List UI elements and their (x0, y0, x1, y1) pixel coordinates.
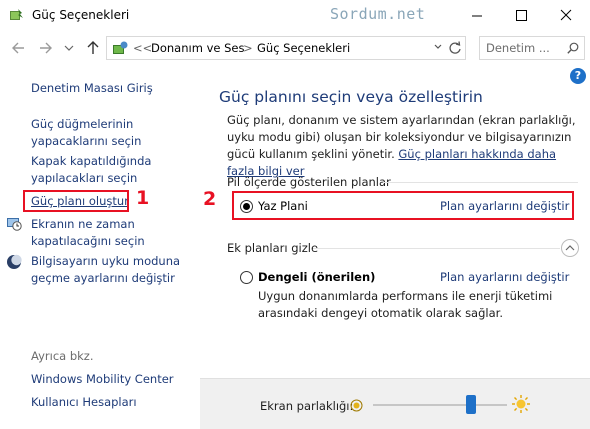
shown-plans-heading: Pil ölçerde gösterilen planlar (227, 175, 391, 189)
see-also-heading: Ayrıca bkz. (31, 349, 94, 363)
page-title: Güç planını seçin veya özelleştirin (219, 88, 483, 106)
help-icon[interactable]: ? (570, 68, 586, 84)
address-bar: << Donanım ve Ses > Güç Seçenekleri Dene… (0, 34, 590, 62)
change-plan-settings-link[interactable]: Plan ayarlarını değiştir (440, 270, 569, 284)
annotation-number-1: 1 (136, 187, 150, 209)
annotation-box-1 (23, 190, 129, 212)
brightness-label: Ekran parlaklığı: (260, 399, 354, 413)
sidebar-item-control-panel-home[interactable]: Denetim Masası Giriş (31, 80, 153, 97)
control-panel-icon (113, 41, 128, 54)
collapse-chevron-icon[interactable] (561, 239, 579, 257)
sidebar-item-power-buttons[interactable]: Güç düğmelerinin yapacaklarını seçin (31, 116, 181, 150)
dim-sun-icon (350, 399, 363, 412)
title-bar: Güç Seçenekleri Sordum.net (0, 0, 590, 31)
breadcrumb-hardware-and-sound[interactable]: Donanım ve Ses (151, 41, 244, 55)
search-icon[interactable] (567, 42, 579, 54)
search-placeholder: Denetim ... (486, 41, 550, 55)
brightness-slider-thumb[interactable] (466, 395, 476, 414)
sidebar-item-lid-close[interactable]: Kapak kapatıldığında yapılacakları seçin (31, 153, 181, 187)
brightness-slider-track[interactable] (373, 404, 507, 406)
sidebar-item-display-off[interactable]: Ekranın ne zaman kapatılacağını seçin (31, 216, 181, 250)
breadcrumb-overflow[interactable]: << (133, 41, 152, 55)
plan-name[interactable]: Dengeli (önerilen) (258, 270, 375, 284)
breadcrumb-power-options[interactable]: Güç Seçenekleri (257, 41, 350, 55)
annotation-box-2 (232, 191, 574, 220)
display-clock-icon (7, 218, 22, 231)
power-options-icon (10, 9, 23, 20)
breadcrumb-separator: > (243, 41, 253, 55)
page-description: Güç planı, donanım ve sistem ayarlarında… (227, 112, 577, 180)
sidebar-item-windows-mobility-center[interactable]: Windows Mobility Center (31, 371, 174, 388)
annotation-number-2: 2 (203, 188, 217, 210)
bright-sun-icon (512, 395, 530, 413)
section-divider (383, 182, 578, 183)
address-dropdown-icon[interactable] (433, 42, 443, 55)
address-box[interactable]: << Donanım ve Ses > Güç Seçenekleri (106, 36, 466, 60)
sidebar-item-user-accounts[interactable]: Kullanıcı Hesapları (31, 394, 137, 411)
minimize-button[interactable] (454, 0, 500, 31)
refresh-icon[interactable] (448, 41, 462, 55)
close-button[interactable] (543, 0, 589, 31)
sidebar-item-sleep-settings[interactable]: Bilgisayarın uyku moduna geçme ayarların… (31, 253, 186, 287)
hidden-plans-heading: Ek planları gizle (227, 241, 319, 255)
back-arrow-icon[interactable] (10, 38, 28, 58)
recent-locations-chevron-icon[interactable] (60, 38, 78, 58)
maximize-button[interactable] (498, 0, 544, 31)
power-options-window: Güç Seçenekleri Sordum.net << Donanım ve… (0, 0, 590, 429)
section-divider (313, 248, 560, 249)
left-task-pane: Denetim Masası Giriş Güç düğmelerinin ya… (0, 62, 200, 429)
moon-sleep-icon (7, 254, 22, 269)
plan-description: Uygun donanımlarda performans ile enerji… (258, 289, 553, 320)
plan-radio-dengeli[interactable] (240, 271, 253, 284)
window-title: Güç Seçenekleri (32, 8, 130, 22)
search-box[interactable]: Denetim ... (479, 36, 585, 60)
up-arrow-icon[interactable] (84, 38, 102, 58)
brightness-bar: Ekran parlaklığı: (200, 378, 590, 429)
main-content: ? Güç planını seçin veya özelleştirin Gü… (200, 62, 590, 429)
forward-arrow-icon[interactable] (36, 38, 54, 58)
watermark: Sordum.net (330, 5, 426, 23)
